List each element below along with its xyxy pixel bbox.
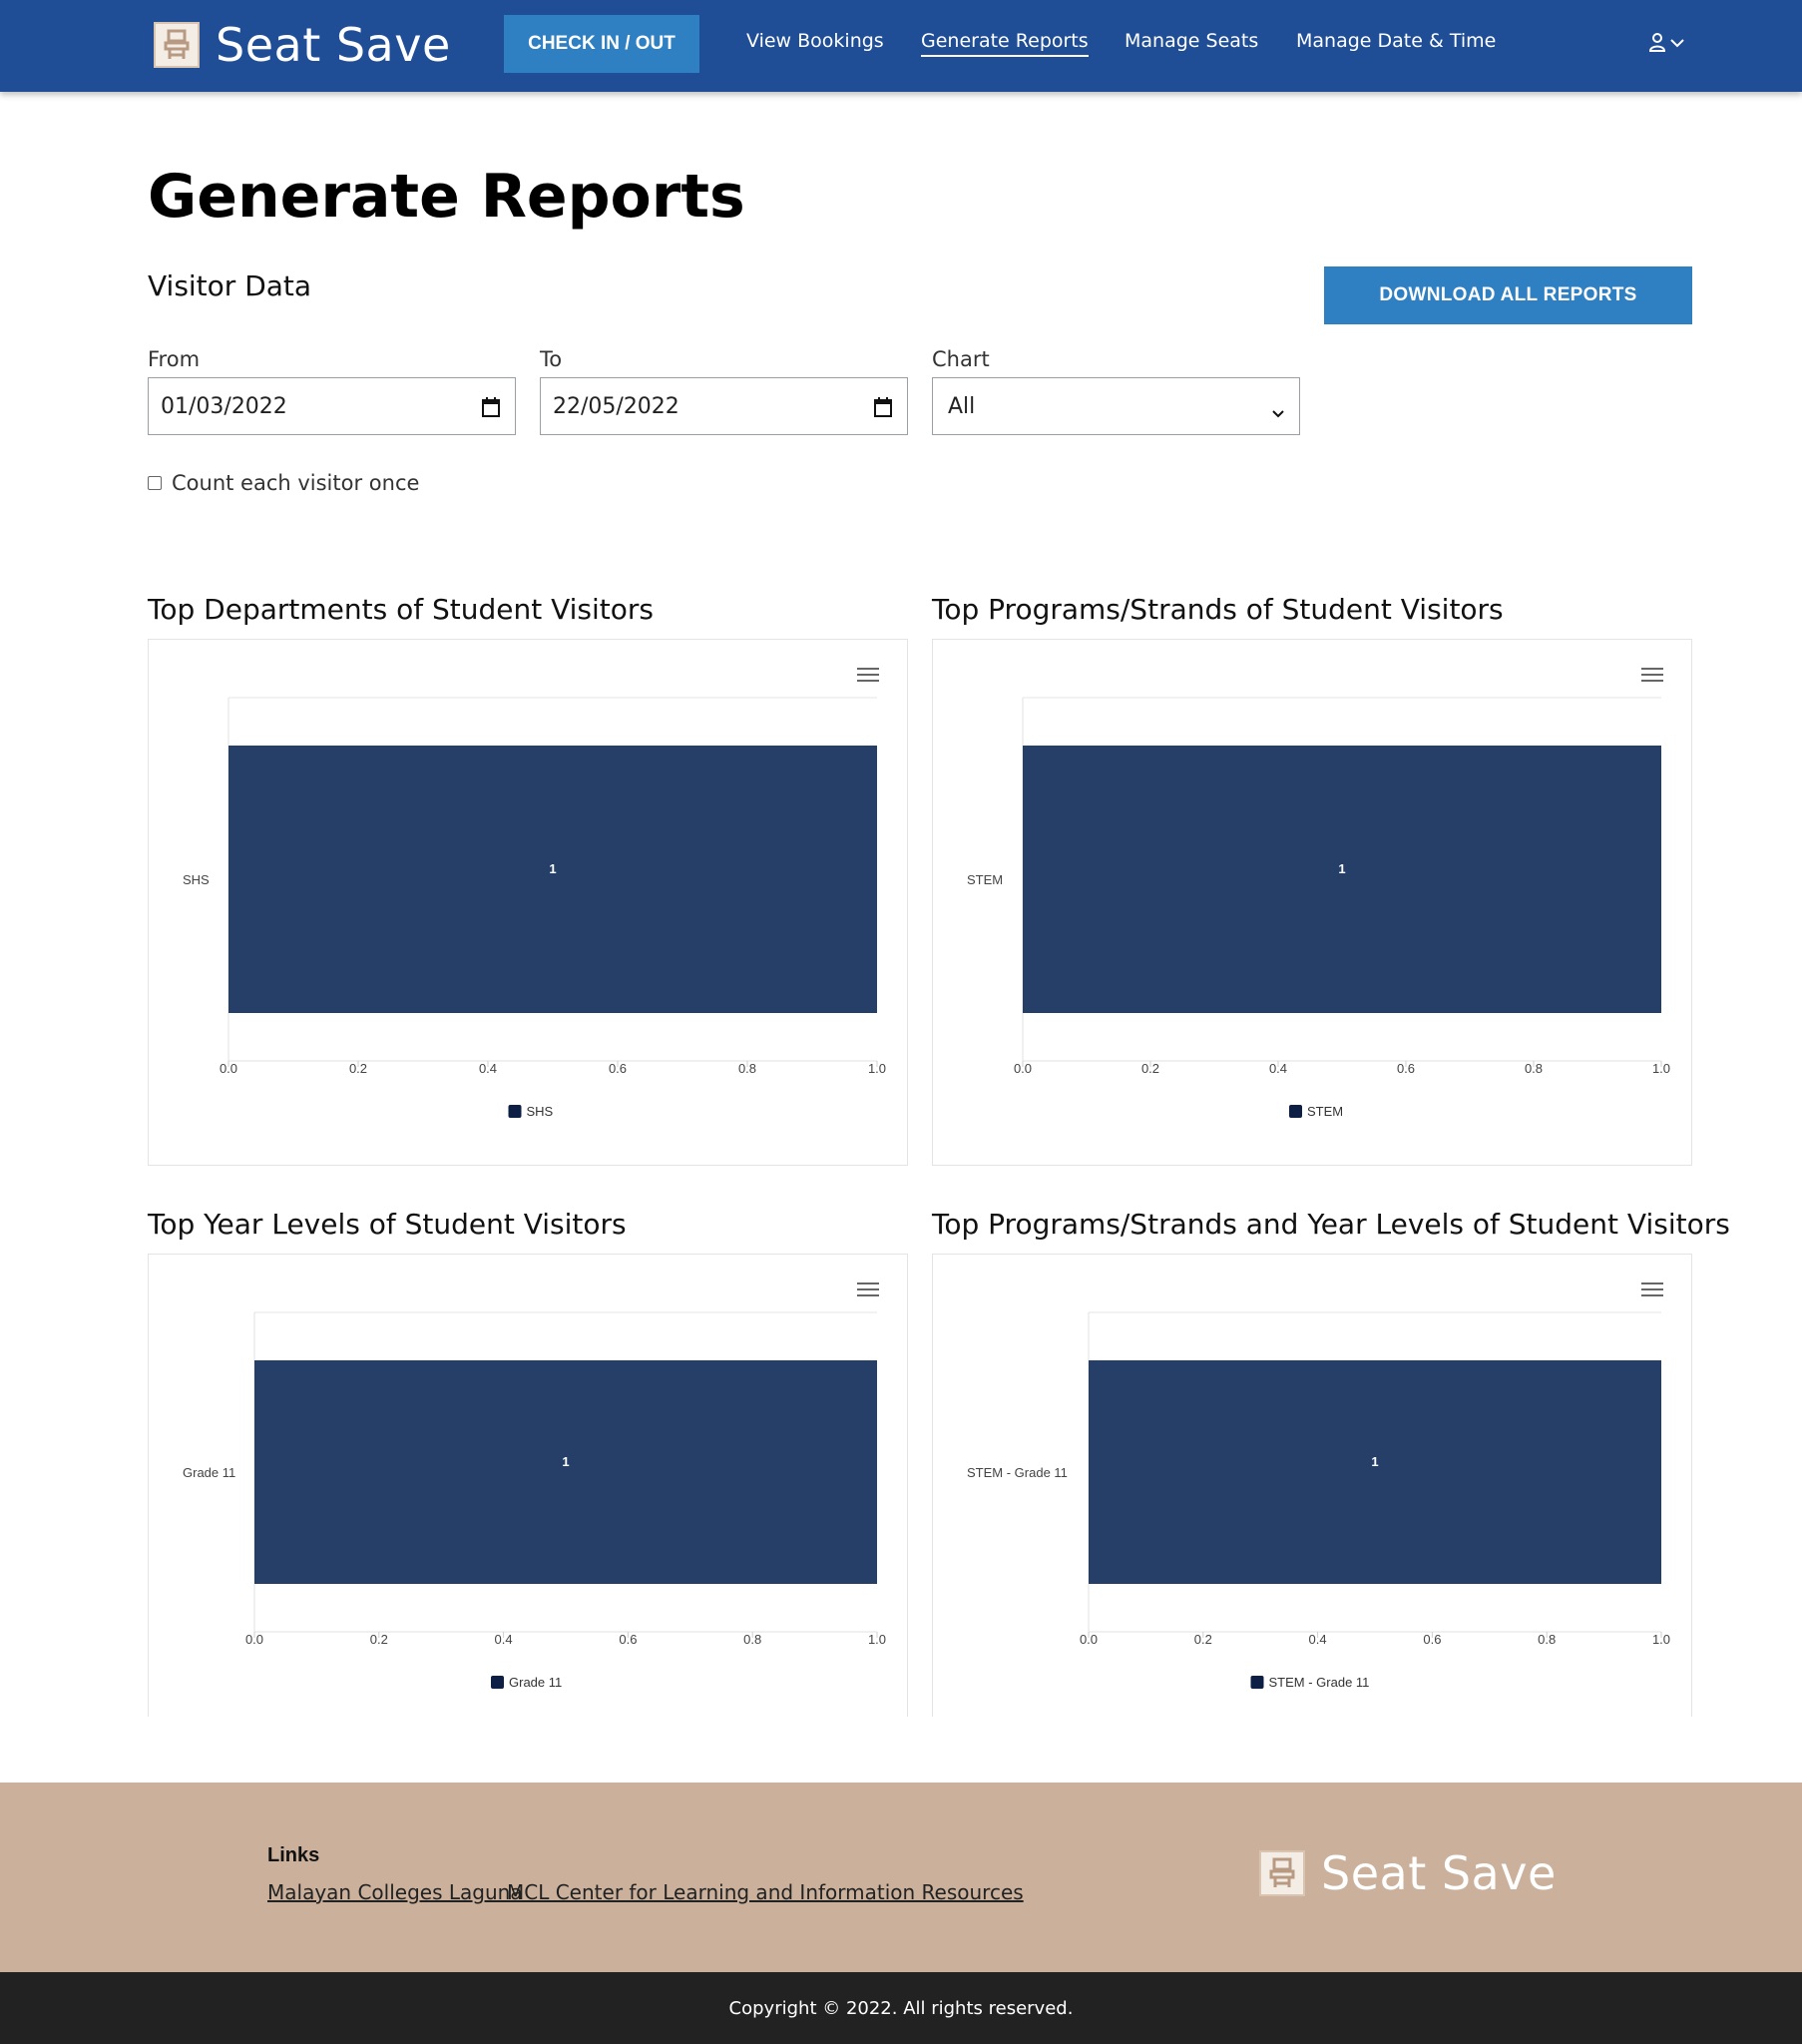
x-tick-label: 0.6 — [619, 1632, 637, 1647]
x-tick-label: 0.6 — [609, 1061, 627, 1076]
nav-view-bookings[interactable]: View Bookings — [746, 30, 884, 52]
bar-data-label: 1 — [562, 1454, 569, 1469]
bar — [228, 746, 877, 1013]
x-tick-label: 0.8 — [1538, 1632, 1556, 1647]
from-date-value: 01/03/2022 — [161, 393, 287, 419]
chart-title-departments: Top Departments of Student Visitors — [148, 593, 654, 626]
chart-card-programs-year-levels: 0.0 0.2 0.4 0.6 0.8 1.0 1 STEM - Grade 11 STEM -… — [932, 1254, 1692, 1717]
from-date-input[interactable]: 01/03/2022 — [148, 377, 516, 435]
x-tick-label: 0.2 — [1194, 1632, 1212, 1647]
bar-chart-svg: 0.0 0.2 0.4 0.6 0.8 1.0 1 STEM STEM — [967, 697, 1670, 1119]
to-date-input[interactable]: 22/05/2022 — [540, 377, 908, 435]
footer-link-mcl[interactable]: Malayan Colleges Laguna — [267, 1880, 523, 1904]
x-tick-label: 0.0 — [1080, 1632, 1098, 1647]
nav-generate-reports[interactable]: Generate Reports — [921, 30, 1089, 57]
legend-swatch — [508, 1105, 522, 1118]
chart-card-departments: 0.0 0.2 0.4 0.6 0.8 1.0 1 SHS SHS — [148, 639, 908, 1166]
seat-logo-icon — [1259, 1850, 1305, 1896]
from-date-label: From — [148, 347, 201, 371]
legend-swatch — [1250, 1676, 1264, 1689]
chart-menu-icon[interactable] — [1641, 1282, 1663, 1298]
nav-manage-seats[interactable]: Manage Seats — [1125, 30, 1258, 52]
x-tick-label: 0.0 — [1014, 1061, 1032, 1076]
footer-brand-name: Seat Save — [1321, 1846, 1557, 1900]
category-label: SHS — [183, 872, 210, 887]
legend-swatch — [1289, 1105, 1302, 1118]
chart-select-label: Chart — [932, 347, 990, 371]
chart-select[interactable]: All — [932, 377, 1300, 435]
chevron-down-icon — [1670, 35, 1684, 53]
brand-name: Seat Save — [216, 18, 451, 72]
calendar-icon[interactable] — [481, 396, 501, 424]
x-tick-label: 0.0 — [220, 1061, 237, 1076]
footer-links-title: Links — [267, 1844, 320, 1866]
x-tick-label: 0.0 — [245, 1632, 263, 1647]
chart-select-value: All — [948, 393, 976, 419]
to-date-value: 22/05/2022 — [553, 393, 679, 419]
category-label: STEM — [967, 872, 1003, 887]
download-all-reports-button[interactable]: DOWNLOAD ALL REPORTS — [1324, 266, 1692, 324]
x-tick-label: 0.8 — [743, 1632, 761, 1647]
chevron-down-icon — [1271, 400, 1285, 425]
copyright-text: Copyright © 2022. All rights reserved. — [728, 1997, 1074, 2019]
nav-manage-date-time[interactable]: Manage Date & Time — [1296, 30, 1496, 52]
chart-card-programs: 0.0 0.2 0.4 0.6 0.8 1.0 1 STEM STEM — [932, 639, 1692, 1166]
x-tick-label: 0.8 — [1525, 1061, 1543, 1076]
user-icon — [1648, 32, 1666, 57]
x-tick-label: 0.6 — [1397, 1061, 1415, 1076]
legend-label: STEM — [1307, 1104, 1343, 1119]
chart-menu-icon[interactable] — [1641, 668, 1663, 684]
section-title-visitor-data: Visitor Data — [148, 269, 312, 302]
bar-data-label: 1 — [549, 861, 556, 876]
brand-logo-link[interactable]: Seat Save — [154, 18, 451, 72]
legend-swatch — [491, 1676, 504, 1689]
x-tick-label: 0.4 — [495, 1632, 513, 1647]
page-title: Generate Reports — [148, 162, 745, 232]
check-in-out-button[interactable]: CHECK IN / OUT — [504, 15, 699, 73]
x-tick-label: 1.0 — [868, 1632, 886, 1647]
x-tick-label: 1.0 — [1652, 1061, 1670, 1076]
bar-chart-svg: 0.0 0.2 0.4 0.6 0.8 1.0 1 STEM - Grade 11 STEM -… — [967, 1311, 1670, 1690]
bar — [1089, 1360, 1661, 1584]
x-tick-label: 0.4 — [1269, 1061, 1287, 1076]
calendar-icon[interactable] — [873, 396, 893, 424]
count-once-label: Count each visitor once — [172, 471, 420, 495]
legend-label: STEM - Grade 11 — [1269, 1675, 1370, 1690]
bar — [254, 1360, 877, 1584]
chart-title-programs-year-levels: Top Programs/Strands and Year Levels of … — [932, 1208, 1730, 1241]
seat-logo-icon — [154, 22, 200, 68]
to-date-label: To — [540, 347, 563, 371]
x-tick-label: 0.8 — [738, 1061, 756, 1076]
x-tick-label: 1.0 — [868, 1061, 886, 1076]
x-tick-label: 0.2 — [370, 1632, 388, 1647]
x-tick-label: 0.2 — [349, 1061, 367, 1076]
top-navbar: Seat Save CHECK IN / OUT View Bookings G… — [0, 0, 1802, 92]
x-tick-label: 0.4 — [479, 1061, 497, 1076]
chart-menu-icon[interactable] — [857, 1282, 879, 1298]
copyright-bar: Copyright © 2022. All rights reserved. — [0, 1972, 1802, 2044]
bar-chart-svg: 0.0 0.2 0.4 0.6 0.8 1.0 1 SHS SHS — [183, 697, 886, 1119]
bar-chart-svg: 0.0 0.2 0.4 0.6 0.8 1.0 1 Grade 11 Grade 11 — [183, 1311, 886, 1690]
legend-label: SHS — [527, 1104, 554, 1119]
x-tick-label: 1.0 — [1652, 1632, 1670, 1647]
count-once-option[interactable]: Count each visitor once — [148, 471, 419, 495]
bar-data-label: 1 — [1371, 1454, 1378, 1469]
category-label: STEM - Grade 11 — [967, 1465, 1068, 1480]
x-tick-label: 0.6 — [1423, 1632, 1441, 1647]
legend-label: Grade 11 — [509, 1675, 562, 1690]
x-tick-label: 0.2 — [1141, 1061, 1159, 1076]
chart-title-programs: Top Programs/Strands of Student Visitors — [932, 593, 1504, 626]
user-menu-toggle[interactable] — [1648, 30, 1690, 58]
x-tick-label: 0.4 — [1309, 1632, 1327, 1647]
count-once-checkbox[interactable] — [148, 476, 162, 490]
chart-menu-icon[interactable] — [857, 668, 879, 684]
bar-data-label: 1 — [1338, 861, 1345, 876]
bar — [1023, 746, 1661, 1013]
chart-title-year-levels: Top Year Levels of Student Visitors — [148, 1208, 627, 1241]
footer-link-cliR[interactable]: MCL Center for Learning and Information … — [507, 1880, 1024, 1904]
footer-logo: Seat Save — [1259, 1846, 1557, 1900]
chart-card-year-levels: 0.0 0.2 0.4 0.6 0.8 1.0 1 Grade 11 Grade 11 — [148, 1254, 908, 1717]
category-label: Grade 11 — [183, 1465, 235, 1480]
